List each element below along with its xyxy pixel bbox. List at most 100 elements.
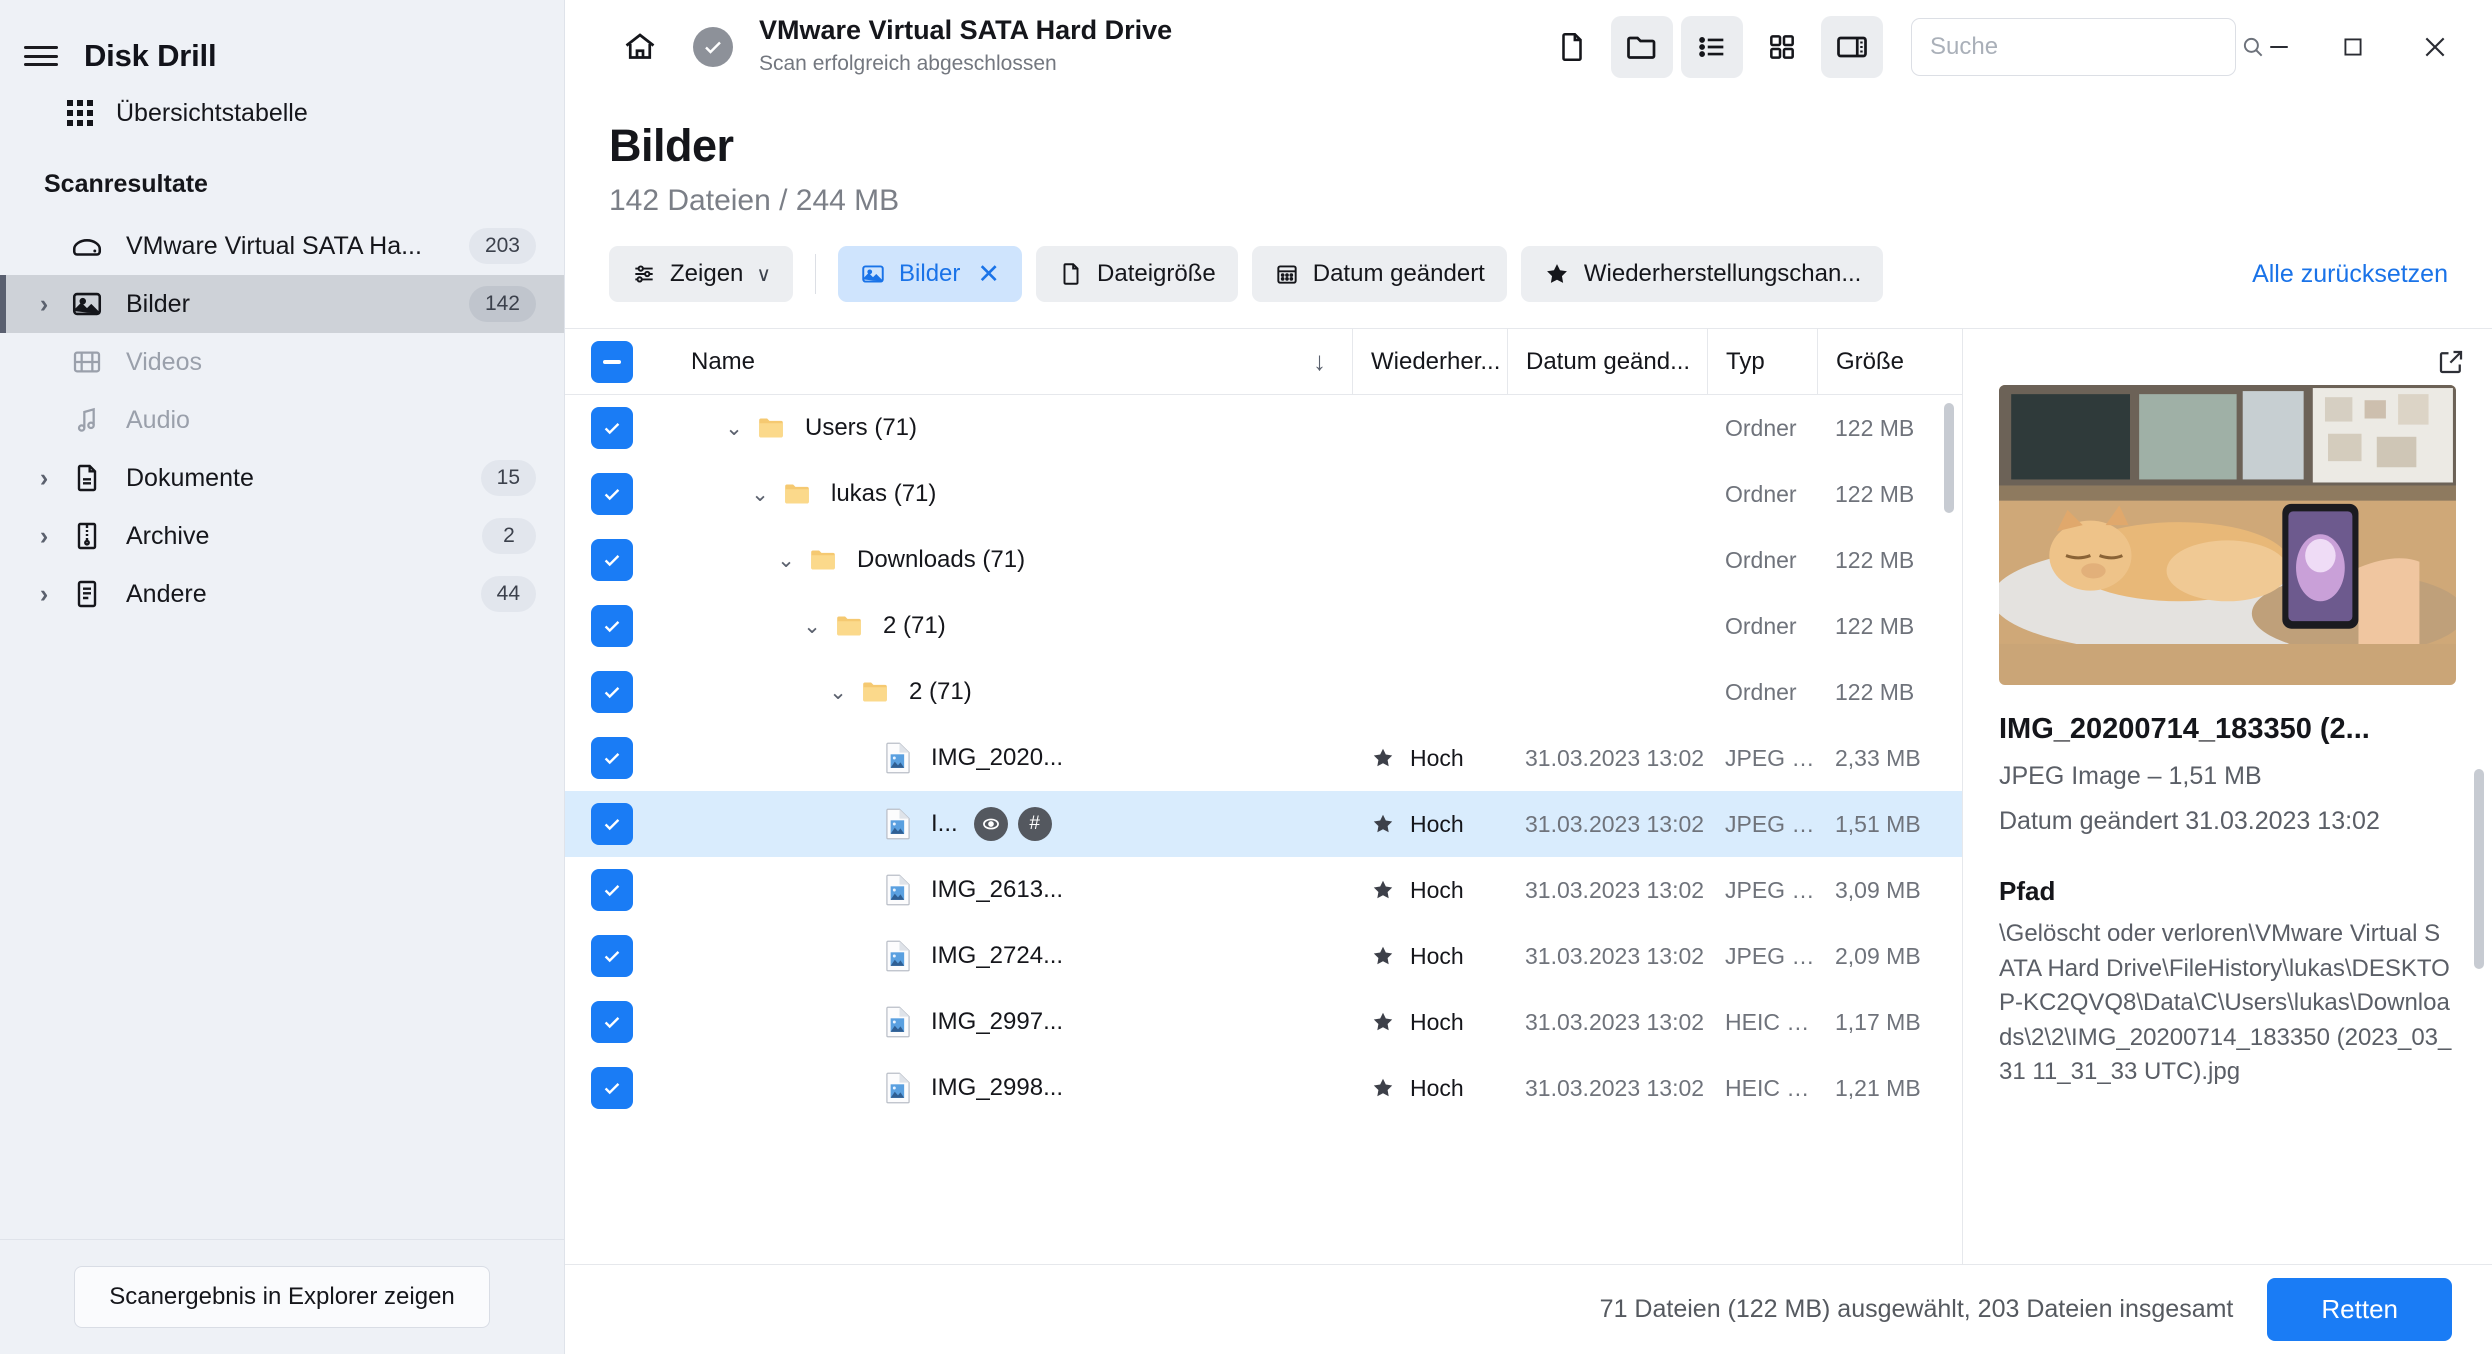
table-row[interactable]: I... # Hoch 31.03.2023 13:02 JPEG Im... 1,51 … <box>565 791 1962 857</box>
row-name-cell: ⌄ 2 (71) <box>661 678 1352 706</box>
row-recovery-label: Hoch <box>1410 810 1464 837</box>
row-expand-chevron-icon[interactable]: ⌄ <box>717 416 751 441</box>
archive-icon <box>64 520 110 552</box>
row-checkbox[interactable] <box>591 539 633 581</box>
row-checkbox[interactable] <box>591 407 633 449</box>
row-file-size: 122 MB <box>1835 612 1915 639</box>
column-header-recovery[interactable]: Wiederher... <box>1352 329 1507 394</box>
chevron-right-icon[interactable]: › <box>24 522 64 551</box>
table-row[interactable]: IMG_2997... Hoch 31.03.2023 13:02 HEIC D...… <box>565 989 1962 1055</box>
row-checkbox[interactable] <box>591 935 633 977</box>
show-in-explorer-button[interactable]: Scanergebnis in Explorer zeigen <box>74 1266 490 1328</box>
column-header-type[interactable]: Typ <box>1707 329 1817 394</box>
maximize-icon[interactable] <box>2322 16 2384 78</box>
row-file-type: Ordner <box>1725 612 1797 639</box>
sidebar-item-dokumente[interactable]: › Dokumente 15 <box>0 449 564 507</box>
table-row[interactable]: ⌄ Users (71) Ordner 122 MB <box>565 395 1962 461</box>
sidebar-item-overview[interactable]: Übersichtstabelle <box>0 84 564 142</box>
row-expand-chevron-icon[interactable]: ⌄ <box>821 680 855 705</box>
sidebar-item-bilder[interactable]: › Bilder 142 <box>0 275 564 333</box>
sidebar-item-archive[interactable]: › Archive 2 <box>0 507 564 565</box>
filter-chip-datum-geaendert[interactable]: Datum geändert <box>1251 246 1507 302</box>
sidebar-item-vmware-disk[interactable]: VMware Virtual SATA Ha... 203 <box>0 217 564 275</box>
sort-arrow-icon[interactable]: ↓ <box>1313 346 1326 377</box>
table-row[interactable]: IMG_2724... Hoch 31.03.2023 13:02 JPEG Im..… <box>565 923 1962 989</box>
folder-view-icon[interactable] <box>1611 16 1673 78</box>
close-icon[interactable] <box>2404 16 2466 78</box>
row-checkbox[interactable] <box>591 1067 633 1109</box>
table-row[interactable]: IMG_2613... Hoch 31.03.2023 13:02 JPEG Im..… <box>565 857 1962 923</box>
column-header-date[interactable]: Datum geänd... <box>1507 329 1707 394</box>
main-area: VMware Virtual SATA Hard Drive Scan erfo… <box>565 0 2492 1354</box>
row-expand-chevron-icon[interactable]: ⌄ <box>743 482 777 507</box>
file-view-icon[interactable] <box>1541 16 1603 78</box>
row-checkbox[interactable] <box>591 737 633 779</box>
show-filter-button[interactable]: Zeigen ∨ <box>609 246 794 302</box>
table-body: ⌄ Users (71) Ordner 122 MB ⌄ lukas (71) Ordner… <box>565 395 1962 1264</box>
preview-eye-icon[interactable] <box>973 807 1008 841</box>
search-input[interactable] <box>1930 33 2240 61</box>
row-checkbox[interactable] <box>591 803 633 845</box>
table-scrollbar[interactable] <box>1944 403 1954 513</box>
image-icon <box>860 261 886 287</box>
filter-chip-dateigroesse[interactable]: Dateigröße <box>1036 246 1238 302</box>
row-checkbox[interactable] <box>591 1001 633 1043</box>
row-file-name: IMG_2613... <box>931 876 1064 903</box>
minimize-icon[interactable] <box>2248 16 2310 78</box>
split-panel-icon[interactable] <box>1821 16 1883 78</box>
preview-scrollbar[interactable] <box>2474 769 2484 969</box>
folder-icon <box>803 547 843 573</box>
row-expand-chevron-icon[interactable]: ⌄ <box>769 548 803 573</box>
chevron-right-icon[interactable]: › <box>24 290 64 319</box>
row-name-cell: IMG_2997... <box>661 1006 1352 1038</box>
grid-view-icon[interactable] <box>1751 16 1813 78</box>
row-name-cell: ⌄ lukas (71) <box>661 480 1352 508</box>
sidebar-item-andere[interactable]: › Andere 44 <box>0 565 564 623</box>
sidebar-item-videos[interactable]: Videos <box>0 333 564 391</box>
row-file-type: JPEG Im... <box>1725 876 1817 903</box>
star-icon <box>1543 260 1571 288</box>
row-checkbox[interactable] <box>591 869 633 911</box>
table-row[interactable]: ⌄ 2 (71) Ordner 122 MB <box>565 593 1962 659</box>
row-name-cell: IMG_2020... <box>661 742 1352 774</box>
preview-panel: IMG_20200714_183350 (2... JPEG Image – 1… <box>1962 329 2492 1264</box>
list-view-icon[interactable] <box>1681 16 1743 78</box>
star-icon <box>1370 1009 1396 1035</box>
row-date-modified: 31.03.2023 13:02 <box>1525 1008 1705 1035</box>
filter-chip-bilder[interactable]: Bilder ✕ <box>838 246 1023 302</box>
table-row[interactable]: ⌄ lukas (71) Ordner 122 MB <box>565 461 1962 527</box>
filter-chip-wiederherstellungschance[interactable]: Wiederherstellungschan... <box>1520 246 1884 302</box>
open-external-icon[interactable] <box>2436 347 2466 377</box>
row-expand-chevron-icon[interactable]: ⌄ <box>795 614 829 639</box>
chevron-right-icon[interactable]: › <box>24 464 64 493</box>
home-icon[interactable] <box>609 16 671 78</box>
table-row[interactable]: IMG_2998... Hoch 31.03.2023 13:02 HEIC D...… <box>565 1055 1962 1121</box>
image-file-icon <box>881 940 915 972</box>
recover-button[interactable]: Retten <box>2267 1278 2452 1341</box>
row-checkbox[interactable] <box>591 605 633 647</box>
row-recovery-label: Hoch <box>1410 876 1464 903</box>
hamburger-icon[interactable] <box>24 43 58 69</box>
reset-all-link[interactable]: Alle zurücksetzen <box>2252 260 2448 289</box>
sidebar-group-title: Scanresultate <box>44 170 208 198</box>
column-header-size[interactable]: Größe <box>1817 329 1962 394</box>
row-checkbox[interactable] <box>591 671 633 713</box>
search-box[interactable] <box>1911 18 2263 76</box>
table-row[interactable]: IMG_2020... Hoch 31.03.2023 13:02 JPEG Im..… <box>565 725 1962 791</box>
row-date-modified: 31.03.2023 13:02 <box>1525 1074 1705 1101</box>
column-header-name[interactable]: Name ↓ <box>661 329 1352 394</box>
select-all-checkbox[interactable] <box>591 340 633 383</box>
row-recovery-chance: Hoch <box>1352 811 1507 838</box>
row-date-modified: 31.03.2023 13:02 <box>1525 744 1705 771</box>
close-icon[interactable]: ✕ <box>977 259 1000 290</box>
sidebar-item-badge: 142 <box>468 286 536 322</box>
chevron-right-icon[interactable]: › <box>24 580 64 609</box>
table-row[interactable]: ⌄ Downloads (71) Ordner 122 MB <box>565 527 1962 593</box>
row-recovery-chance: Hoch <box>1352 943 1507 970</box>
hash-icon[interactable]: # <box>1017 807 1052 841</box>
table-row[interactable]: ⌄ 2 (71) Ordner 122 MB <box>565 659 1962 725</box>
row-recovery-label: Hoch <box>1410 1008 1464 1035</box>
sidebar-item-audio[interactable]: Audio <box>0 391 564 449</box>
row-checkbox[interactable] <box>591 473 633 515</box>
preview-thumbnail[interactable] <box>1999 385 2456 685</box>
